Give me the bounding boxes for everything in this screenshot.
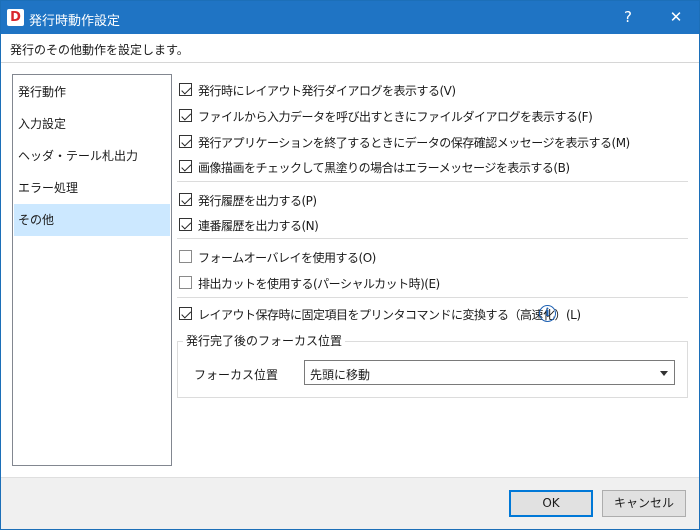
- option-label: 発行履歴を出力する(P): [198, 194, 317, 208]
- nav-item-issue-behavior[interactable]: 発行動作: [14, 76, 170, 108]
- nav-item-input-settings[interactable]: 入力設定: [14, 108, 170, 140]
- checkbox[interactable]: [179, 109, 192, 122]
- cancel-button[interactable]: キャンセル: [602, 490, 686, 517]
- focus-position-label: フォーカス位置: [194, 368, 279, 382]
- ok-button[interactable]: OK: [509, 490, 593, 517]
- close-button[interactable]: ✕: [653, 1, 699, 34]
- option-label: フォームオーバレイを使用する(O): [198, 251, 376, 265]
- nav-item-error-handling[interactable]: エラー処理: [14, 172, 170, 204]
- description-bar: 発行のその他動作を設定します。: [1, 34, 699, 63]
- nav-item-header-tail-output[interactable]: ヘッダ・テール札出力: [14, 140, 170, 172]
- description-text: 発行のその他動作を設定します。: [10, 43, 189, 57]
- checkbox[interactable]: [179, 250, 192, 263]
- option-label: 発行時にレイアウト発行ダイアログを表示する(V): [198, 84, 456, 98]
- chevron-down-icon: [660, 371, 668, 376]
- help-button[interactable]: ?: [605, 1, 651, 34]
- nav-item-other[interactable]: その他: [14, 204, 170, 236]
- checkbox[interactable]: [179, 83, 192, 96]
- separator: [177, 297, 688, 298]
- checkbox[interactable]: [179, 160, 192, 173]
- group-title: 発行完了後のフォーカス位置: [183, 332, 346, 349]
- separator: [177, 238, 688, 239]
- option-label: レイアウト保存時に固定項目をプリンタコマンドに変換する（高速化）(L): [198, 308, 581, 322]
- dialog-window: 発行時動作設定 ? ✕ 発行のその他動作を設定します。 発行動作 入力設定 ヘッ…: [0, 0, 700, 530]
- info-icon[interactable]: i: [539, 305, 556, 322]
- separator: [177, 181, 688, 182]
- option-label: 連番履歴を出力する(N): [198, 219, 319, 233]
- checkbox[interactable]: [179, 218, 192, 231]
- content-area: 発行動作 入力設定 ヘッダ・テール札出力 エラー処理 その他: [1, 63, 699, 477]
- checkbox[interactable]: [179, 276, 192, 289]
- button-bar: OK キャンセル: [1, 477, 699, 529]
- checkbox[interactable]: [179, 307, 192, 320]
- checkbox[interactable]: [179, 135, 192, 148]
- window-title: 発行時動作設定: [29, 14, 121, 29]
- option-label: ファイルから入力データを呼び出すときにファイルダイアログを表示する(F): [198, 110, 593, 124]
- category-list[interactable]: 発行動作 入力設定 ヘッダ・テール札出力 エラー処理 その他: [12, 74, 172, 466]
- option-label: 発行アプリケーションを終了するときにデータの保存確認メッセージを表示する(M): [198, 136, 630, 150]
- checkbox[interactable]: [179, 193, 192, 206]
- title-bar: 発行時動作設定 ? ✕: [1, 1, 699, 34]
- option-label: 画像描画をチェックして黒塗りの場合はエラーメッセージを表示する(B): [198, 161, 570, 175]
- select-value: 先頭に移動: [310, 368, 371, 382]
- option-label: 排出カットを使用する(パーシャルカット時)(E): [198, 277, 440, 291]
- focus-position-select[interactable]: 先頭に移動: [304, 360, 675, 385]
- app-logo-icon: [7, 9, 24, 26]
